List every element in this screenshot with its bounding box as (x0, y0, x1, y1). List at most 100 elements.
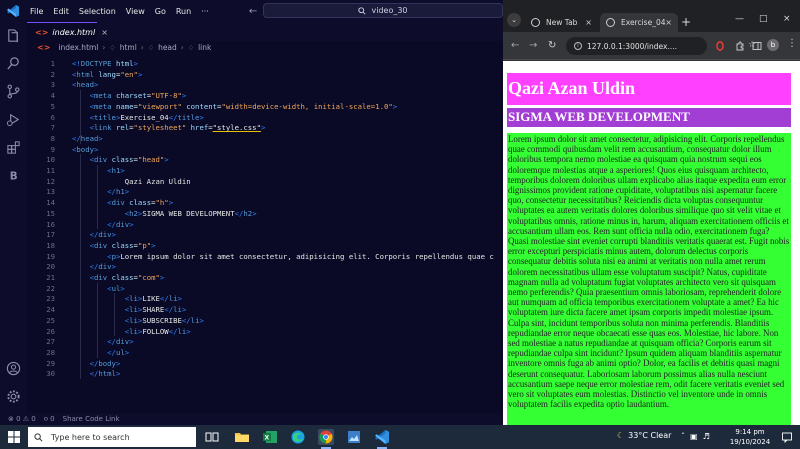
code-line[interactable]: 2 <html lang="en"> (27, 69, 503, 80)
code-token: li (168, 294, 178, 304)
maximize-icon[interactable]: □ (759, 14, 768, 24)
run-debug-icon[interactable] (6, 112, 21, 127)
weather-widget[interactable]: ☾ 33°C Clear (617, 431, 671, 440)
menu-selection[interactable]: Selection (79, 7, 116, 16)
code-line[interactable]: 18 <div class="p"> (27, 240, 503, 251)
close-icon[interactable]: × (101, 28, 108, 37)
task-view-icon[interactable] (204, 429, 220, 445)
line-number: 14 (46, 198, 55, 208)
forward-arrow-icon[interactable]: → (529, 40, 537, 51)
code-line[interactable]: 8 </head> (27, 133, 503, 144)
new-tab-plus-icon[interactable]: + (681, 13, 691, 31)
tab-exercise-04[interactable]: Exercise_04 × (600, 13, 678, 32)
windows-start-icon[interactable] (8, 431, 20, 443)
menu-more[interactable]: ··· (201, 7, 209, 16)
menu-file[interactable]: File (30, 7, 43, 16)
menu-view[interactable]: View (126, 7, 145, 16)
code-line[interactable]: 7 <link rel="stylesheet" href="style.css… (27, 122, 503, 133)
extensions-puzzle-icon[interactable] (735, 41, 745, 51)
back-arrow-icon[interactable]: ← (249, 6, 257, 17)
notification-icon[interactable] (781, 431, 793, 443)
minimize-icon[interactable]: — (735, 14, 744, 24)
code-line[interactable]: 25 <li>SUBSCRIBE</li> (27, 315, 503, 326)
tab-search-chevron-icon[interactable]: ⌄ (507, 13, 521, 27)
sidebar-panel-icon[interactable] (752, 41, 762, 51)
opera-extension-icon[interactable] (715, 41, 725, 51)
settings-gear-icon[interactable] (6, 389, 21, 404)
code-line[interactable]: 5 <meta name="viewport" content="width=d… (27, 101, 503, 112)
page-heading-name: Qazi Azan Uldin (507, 73, 791, 105)
menu-run[interactable]: Run (176, 7, 191, 16)
reload-icon[interactable]: ↻ (548, 40, 556, 51)
code-line[interactable]: 24 <li>SHARE</li> (27, 304, 503, 315)
code-line[interactable]: 1 <!DOCTYPE html> (27, 58, 503, 69)
code-line[interactable]: 15 <h2>SIGMA WEB DEVELOPMENT</h2> (27, 208, 503, 219)
address-bar[interactable]: i 127.0.0.1:3000/index.... ☆ (566, 37, 756, 55)
tab-index-html[interactable]: <> index.html × (27, 22, 108, 41)
search-sidebar-icon[interactable] (6, 56, 21, 71)
page-head-section: Qazi Azan Uldin SIGMA WEB DEVELOPMENT (507, 73, 791, 127)
breadcrumb-file[interactable]: index.html (58, 43, 98, 52)
share-code-link[interactable]: Share Code Link (63, 415, 120, 423)
breadcrumb-link[interactable]: link (198, 43, 211, 52)
code-line[interactable]: 16 </div> (27, 219, 503, 230)
window-close-icon[interactable]: × (783, 14, 791, 24)
code-token: div (111, 198, 125, 208)
code-line[interactable]: 3 <head> (27, 79, 503, 90)
code-line[interactable]: 14 <div class="h"> (27, 197, 503, 208)
back-arrow-icon[interactable]: ← (511, 40, 519, 51)
excel-icon[interactable]: X (262, 429, 278, 445)
problems-count[interactable]: ⊗ 0 ⚠ 0 (8, 415, 36, 423)
code-line[interactable]: 28 </ul> (27, 347, 503, 358)
code-line[interactable]: 6 <title>Exercise_04</title> (27, 112, 503, 123)
extensions-icon[interactable] (6, 140, 21, 155)
code-line[interactable]: 12 Qazi Azan Uldin (27, 176, 503, 187)
code-line[interactable]: 9 <body> (27, 144, 503, 155)
menu-go[interactable]: Go (155, 7, 166, 16)
command-center-search[interactable]: video_30 (263, 3, 503, 18)
taskbar-search-box[interactable]: Type here to search (28, 427, 196, 447)
edge-icon[interactable] (290, 429, 306, 445)
close-icon[interactable]: × (585, 18, 592, 27)
explorer-icon[interactable] (6, 28, 21, 43)
photos-icon[interactable] (346, 429, 362, 445)
taskbar-clock[interactable]: 9:14 pm 19/10/2024 (728, 427, 772, 447)
vscode-taskbar-button[interactable] (374, 429, 390, 449)
code-line[interactable]: 20 </div> (27, 261, 503, 272)
profile-avatar[interactable]: b (767, 39, 779, 51)
code-line[interactable]: 30 </html> (27, 368, 503, 379)
close-icon[interactable]: × (665, 18, 672, 27)
breadcrumb-html[interactable]: html (120, 43, 137, 52)
bookmark-b-icon[interactable]: B (6, 168, 21, 183)
volume-icon[interactable]: ♬ (703, 432, 710, 441)
code-line[interactable]: 29 </body> (27, 358, 503, 369)
site-info-icon[interactable]: i (574, 42, 582, 50)
tab-new-tab[interactable]: New Tab × (525, 13, 598, 32)
code-line[interactable]: 19 <p>Lorem ipsum dolor sit amet consect… (27, 251, 503, 262)
line-number: 30 (46, 369, 55, 379)
code-line[interactable]: 26 <li>FOLLOW</li> (27, 326, 503, 337)
ports-count[interactable]: ૦ 0 (44, 415, 55, 424)
code-line[interactable]: 22 <ul> (27, 283, 503, 294)
code-text: </h1> (72, 186, 129, 197)
code-line[interactable]: 27 </div> (27, 336, 503, 347)
menu-kebab-icon[interactable]: ⋮ (787, 38, 797, 49)
account-icon[interactable] (6, 361, 21, 376)
code-editor[interactable]: 1 <!DOCTYPE html> 2 <html lang="en"> 3 <head>… (27, 54, 503, 413)
code-text: <h1> (72, 165, 125, 176)
code-line[interactable]: 21 <div class="com"> (27, 272, 503, 283)
breadcrumb-head[interactable]: head (158, 43, 177, 52)
menu-edit[interactable]: Edit (53, 7, 69, 16)
code-line[interactable]: 23 <li>LIKE</li> (27, 293, 503, 304)
network-icon[interactable]: ▣ (690, 432, 698, 441)
code-line[interactable]: 13 </h1> (27, 186, 503, 197)
source-control-icon[interactable] (6, 84, 21, 99)
code-line[interactable]: 10 <div class="head"> (27, 154, 503, 165)
code-line[interactable]: 4 <meta charset="UTF-8"> (27, 90, 503, 101)
code-line[interactable]: 11 <h1> (27, 165, 503, 176)
chevron-up-icon[interactable]: ˆ (681, 432, 685, 441)
file-explorer-icon[interactable] (234, 429, 250, 445)
code-line[interactable]: 17 </div> (27, 229, 503, 240)
chrome-taskbar-button[interactable] (318, 429, 334, 449)
